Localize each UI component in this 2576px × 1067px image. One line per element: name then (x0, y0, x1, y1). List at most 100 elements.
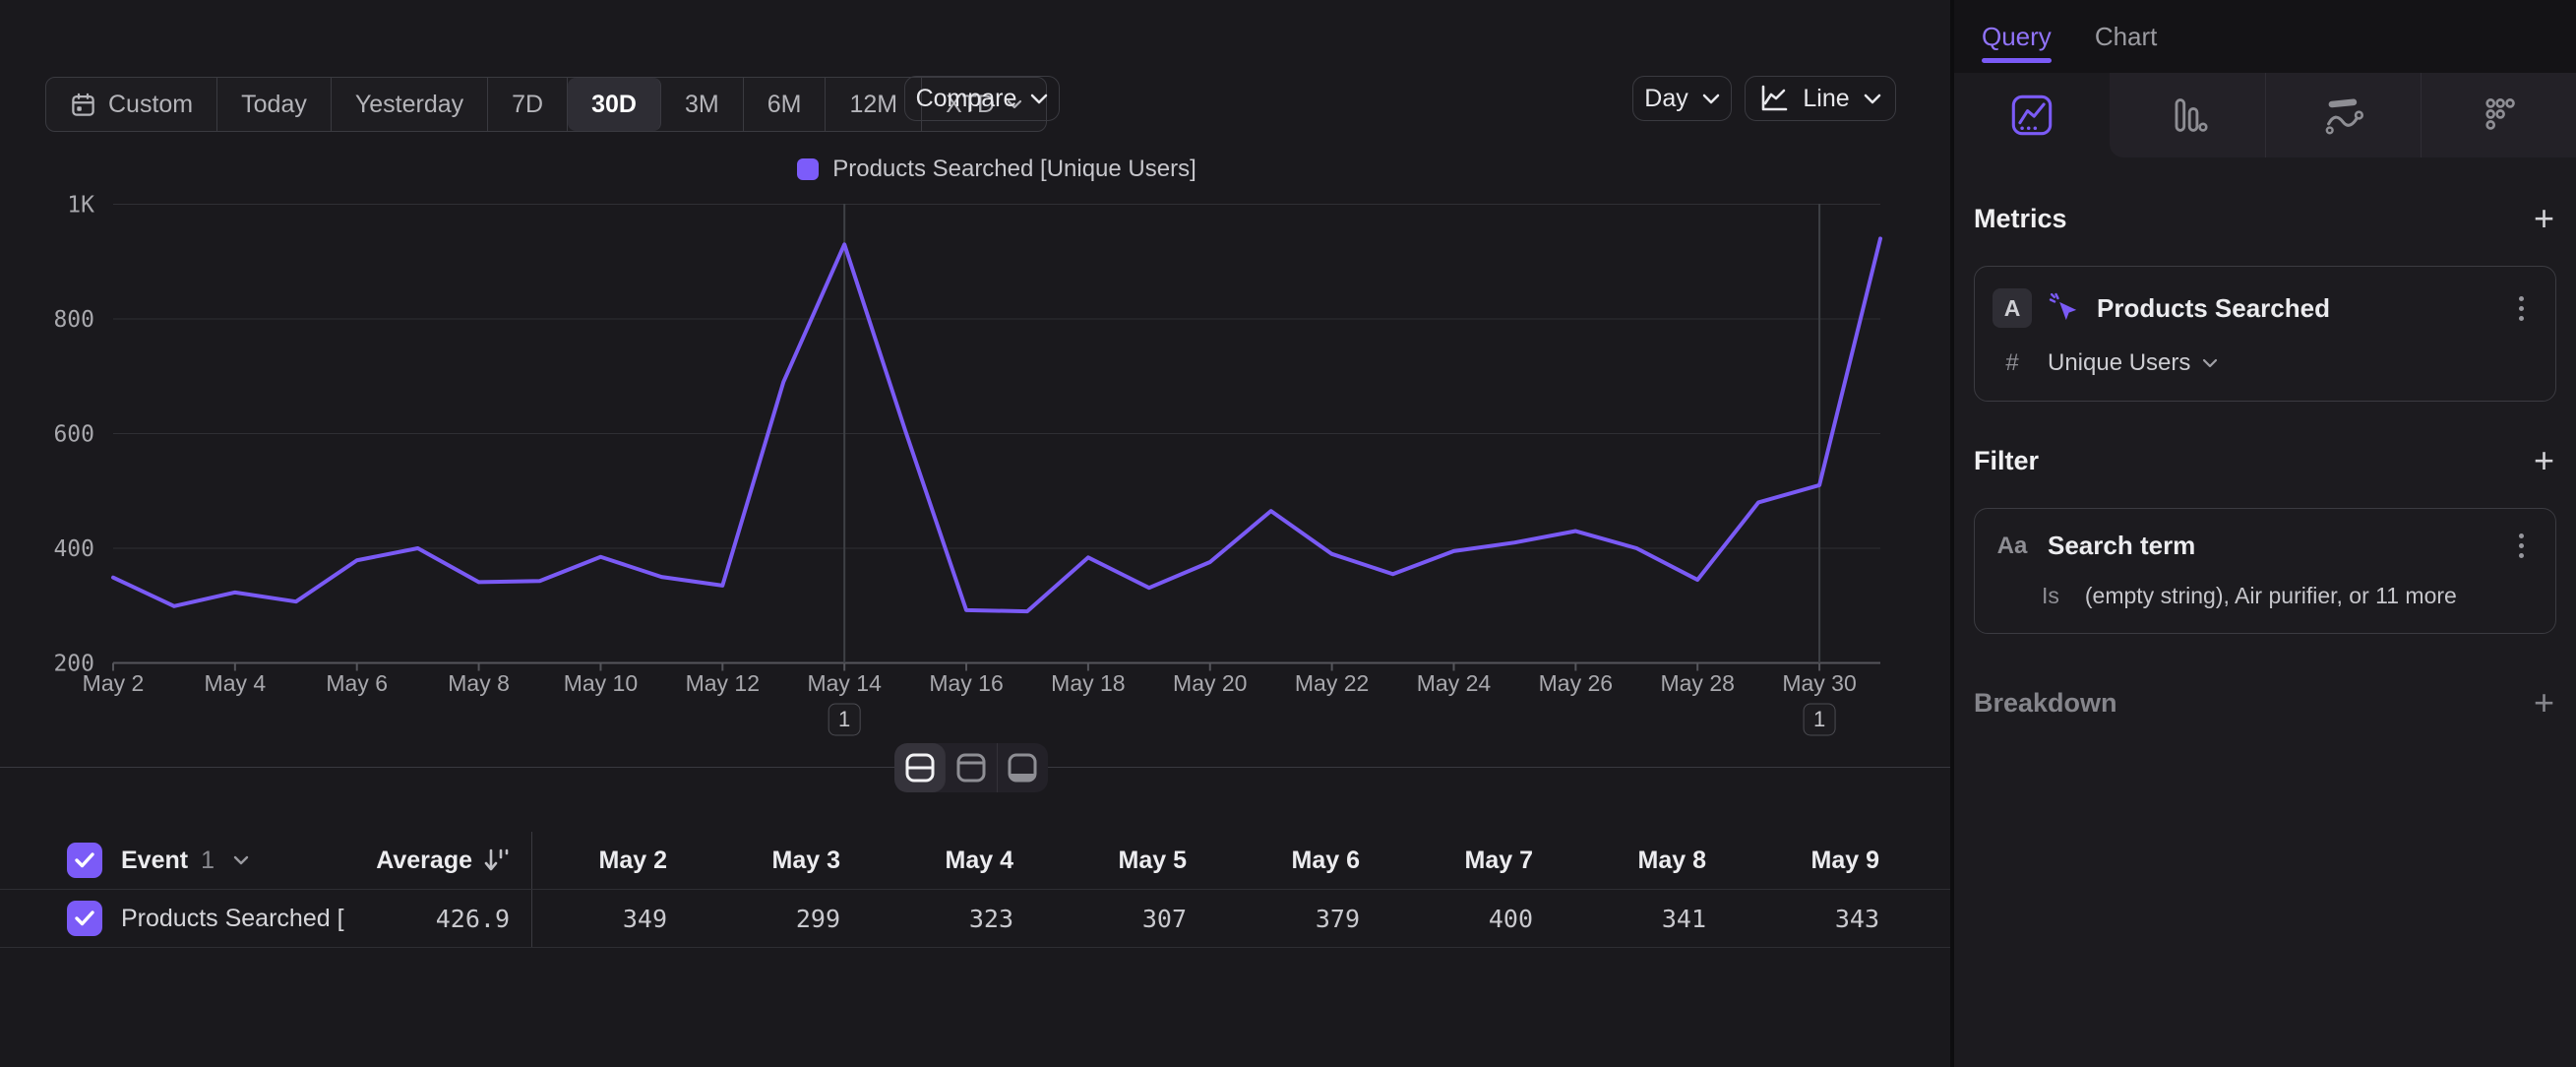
check-icon (74, 851, 95, 869)
x-axis-label: May 14 (807, 670, 882, 696)
row-label: Products Searched [Un... (121, 905, 344, 933)
value-cell: 400 (1360, 905, 1533, 933)
results-table: Event 1 Average May 2May 3May 4May 5May … (0, 832, 1950, 948)
tab-funnels[interactable] (2110, 73, 2265, 157)
x-axis-label: May 2 (83, 670, 145, 696)
granularity-button[interactable]: Day (1632, 76, 1732, 121)
tab-query[interactable]: Query (1982, 0, 2052, 73)
range-button-6m[interactable]: 6M (744, 78, 827, 131)
add-metric-button[interactable]: + (2534, 201, 2554, 236)
filter-menu-button[interactable] (2506, 534, 2536, 558)
chart-type-button[interactable]: Line (1745, 76, 1896, 121)
annotation-badge-label: 1 (838, 707, 850, 731)
view-switcher (894, 743, 1048, 792)
average-column-header[interactable]: Average (344, 847, 510, 875)
date-range-group: CustomTodayYesterday7D30D3M6M12MXTD (45, 77, 1047, 132)
x-axis-label: May 24 (1417, 670, 1492, 696)
x-axis-label: May 28 (1660, 670, 1734, 696)
chevron-down-icon[interactable] (233, 855, 249, 865)
y-axis-label: 1K (67, 193, 94, 219)
add-filter-button[interactable]: + (2534, 443, 2554, 478)
measure-selector[interactable]: Unique Users (2048, 349, 2218, 377)
chart-legend[interactable]: Products Searched [Unique Users] (113, 156, 1880, 183)
report-type-tabs (1954, 73, 2576, 157)
add-breakdown-button[interactable]: + (2534, 685, 2554, 721)
tab-insights[interactable] (1954, 73, 2110, 157)
compare-button[interactable]: Compare (904, 76, 1060, 121)
metrics-section-title: Metrics (1974, 204, 2067, 234)
chevron-down-icon (2202, 358, 2218, 368)
annotation-badge-label: 1 (1813, 707, 1825, 731)
range-button-custom[interactable]: Custom (46, 78, 217, 131)
measure-prefix: # (1998, 349, 2026, 377)
range-button-3m[interactable]: 3M (661, 78, 744, 131)
x-axis-label: May 10 (564, 670, 638, 696)
metric-letter-badge: A (1993, 288, 2032, 328)
value-cell: 299 (667, 905, 840, 933)
date-column-header[interactable]: May 7 (1360, 847, 1533, 875)
range-button-7d[interactable]: 7D (488, 78, 568, 131)
date-column-header[interactable]: May 9 (1706, 847, 1879, 875)
sidebar-tab-bar: Query Chart (1954, 0, 2576, 73)
filter-property-name: Search term (2048, 531, 2490, 561)
y-axis-label: 600 (53, 422, 94, 448)
tab-flows[interactable] (2265, 73, 2421, 157)
chart-type-label: Line (1803, 85, 1849, 113)
query-sidebar: Query Chart (1954, 0, 2576, 1067)
series-line[interactable] (113, 238, 1880, 611)
y-axis-label: 400 (53, 536, 94, 562)
date-column-header[interactable]: May 8 (1533, 847, 1706, 875)
date-column-header[interactable]: May 5 (1013, 847, 1187, 875)
split-view-icon (903, 751, 937, 785)
x-axis-label: May 12 (686, 670, 760, 696)
event-column-header: Event (121, 847, 188, 875)
legend-swatch (797, 158, 819, 180)
date-column-header[interactable]: May 4 (840, 847, 1013, 875)
bar-chart-icon (2166, 94, 2209, 137)
filter-operator[interactable]: Is (2042, 583, 2059, 609)
split-view-button[interactable] (894, 743, 946, 792)
date-column-header[interactable]: May 2 (532, 847, 667, 875)
metric-menu-button[interactable] (2506, 296, 2536, 321)
x-axis-label: May 26 (1539, 670, 1613, 696)
x-axis-label: May 6 (326, 670, 388, 696)
x-axis-label: May 8 (448, 670, 510, 696)
range-button-yesterday[interactable]: Yesterday (332, 78, 488, 131)
table-only-view-button[interactable] (998, 743, 1048, 792)
compare-label: Compare (916, 85, 1017, 113)
filter-card[interactable]: Aa Search term Is (empty string), Air pu… (1974, 508, 2556, 634)
date-column-header[interactable]: May 3 (667, 847, 840, 875)
date-value-cells: 349299323307379400341343 (531, 890, 1950, 947)
x-axis-label: May 30 (1782, 670, 1856, 696)
metric-card[interactable]: A Products Searched # Unique Users (1974, 266, 2556, 402)
row-average-value: 426.9 (436, 905, 510, 933)
chevron-down-icon (1864, 94, 1881, 104)
insights-chart-icon (2010, 94, 2054, 137)
flows-icon (2322, 94, 2365, 137)
value-cell: 379 (1187, 905, 1360, 933)
chevron-down-icon (1030, 94, 1048, 104)
event-cursor-icon (2048, 291, 2081, 325)
table-row[interactable]: Products Searched [Un... 426.9 349299323… (0, 889, 1950, 948)
sidebar-content: Metrics + A Products Searched # Unique U… (1954, 157, 2576, 721)
filter-value[interactable]: (empty string), Air purifier, or 11 more (2085, 583, 2457, 609)
range-button-today[interactable]: Today (217, 78, 332, 131)
x-axis-label: May 18 (1051, 670, 1125, 696)
sort-icon (482, 847, 510, 873)
line-chart-icon (1759, 85, 1789, 112)
select-all-checkbox[interactable] (67, 843, 102, 878)
tab-retention[interactable] (2421, 73, 2576, 157)
value-cell: 323 (840, 905, 1013, 933)
filter-section-title: Filter (1974, 446, 2039, 476)
date-column-headers: May 2May 3May 4May 5May 6May 7May 8May 9 (531, 832, 1950, 889)
line-chart: 1K800600400200May 2May 4May 6May 8May 10… (0, 187, 1950, 748)
x-axis-label: May 16 (929, 670, 1003, 696)
row-checkbox[interactable] (67, 901, 102, 936)
x-axis-label: May 4 (205, 670, 267, 696)
table-header-row: Event 1 Average May 2May 3May 4May 5May … (0, 832, 1950, 889)
chart-only-view-button[interactable] (946, 743, 997, 792)
range-button-30d[interactable]: 30D (568, 78, 661, 131)
tab-chart[interactable]: Chart (2095, 0, 2158, 73)
check-icon (74, 910, 95, 927)
date-column-header[interactable]: May 6 (1187, 847, 1360, 875)
